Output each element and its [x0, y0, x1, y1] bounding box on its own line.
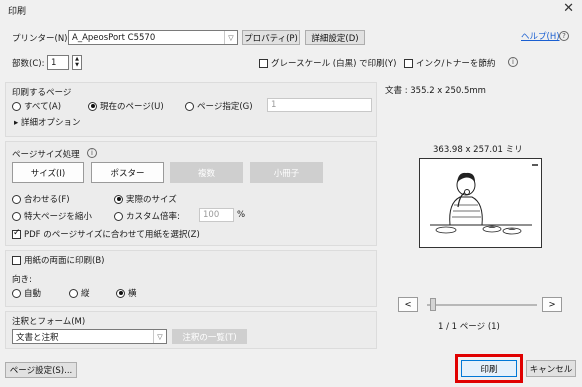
grayscale-box [259, 58, 268, 68]
copies-value: 1 [51, 57, 57, 68]
radio-icon [69, 288, 78, 298]
printer-value: A_ApeosPort C5570 [72, 32, 156, 43]
pages-panel: 印刷するページ すべて(A) 現在のページ(U) ページ指定(G) 1 ▸ 詳細… [5, 82, 377, 137]
tab-booklet[interactable]: 小冊子 [250, 162, 323, 183]
save-ink-box [404, 58, 413, 68]
orientation-portrait-radio[interactable]: 縦 [69, 287, 90, 299]
pages-specify-label: ページ指定(G) [197, 102, 253, 112]
radio-icon [12, 194, 21, 204]
print-button[interactable]: 印刷 [461, 360, 517, 377]
pages-heading: 印刷するページ [12, 88, 72, 98]
page-slider-thumb[interactable] [430, 298, 436, 311]
pages-current-label: 現在のページ(U) [100, 102, 164, 112]
chevron-down-icon: ▽ [153, 330, 166, 343]
info-icon[interactable]: i [508, 57, 518, 67]
custom-scale-label: カスタム倍率: [126, 212, 180, 222]
radio-icon [114, 211, 123, 221]
orientation-landscape-radio[interactable]: 横 [116, 287, 137, 299]
custom-scale-value: 100 [203, 210, 220, 220]
comments-summary-button[interactable]: 注釈の一覧(T) [172, 329, 247, 344]
pages-specify-radio[interactable]: ページ指定(G) [185, 100, 253, 112]
grayscale-checkbox[interactable]: グレースケール (白黒) で印刷(Y) [259, 57, 396, 69]
pages-all-radio[interactable]: すべて(A) [12, 100, 61, 112]
orientation-landscape-label: 横 [128, 289, 137, 299]
duplex-label: 用紙の両面に印刷(B) [24, 256, 105, 266]
printer-select[interactable]: A_ApeosPort C5570 ▽ [68, 30, 238, 45]
close-icon[interactable]: ✕ [563, 1, 574, 16]
save-ink-checkbox[interactable]: インク/トナーを節約 [404, 57, 495, 69]
custom-scale-radio[interactable]: カスタム倍率: [114, 210, 180, 222]
orientation-auto-label: 自動 [24, 289, 42, 299]
percent-label: % [237, 210, 246, 220]
help-icon[interactable]: ? [559, 31, 569, 41]
printer-label: プリンター(N): [12, 34, 71, 44]
orientation-portrait-label: 縦 [81, 289, 90, 299]
radio-icon [12, 211, 21, 221]
comments-value: 文書と注釈 [16, 332, 59, 343]
page-range-value: 1 [271, 100, 277, 110]
actual-size-label: 実際のサイズ [126, 195, 177, 205]
pdf-paper-label: PDF のページサイズに合わせて用紙を選択(Z) [24, 230, 200, 240]
pages-current-radio[interactable]: 現在のページ(U) [88, 100, 164, 112]
copies-label: 部数(C): [12, 59, 45, 69]
prev-page-button[interactable]: < [398, 297, 418, 312]
paper-size-label: 363.98 x 257.01 ミリ [433, 145, 523, 155]
orientation-label: 向き: [12, 275, 32, 285]
checkbox-checked-icon [12, 228, 21, 239]
info-icon[interactable]: i [87, 148, 97, 158]
cancel-button[interactable]: キャンセル [526, 360, 576, 377]
preview-illustration-icon [430, 164, 538, 235]
orientation-auto-radio[interactable]: 自動 [12, 287, 41, 299]
properties-button[interactable]: プロパティ(P) [242, 30, 300, 45]
grayscale-label: グレースケール (白黒) で印刷(Y) [271, 59, 397, 69]
shrink-label: 特大ページを縮小 [24, 212, 92, 222]
fit-radio[interactable]: 合わせる(F) [12, 193, 70, 205]
tab-size[interactable]: サイズ(I) [12, 162, 84, 183]
page-size-heading: ページサイズ処理 [12, 150, 80, 160]
page-setup-button[interactable]: ページ設定(S)... [5, 362, 77, 378]
title-bar: 印刷 ✕ [0, 0, 582, 20]
actual-size-radio[interactable]: 実際のサイズ [114, 193, 177, 205]
document-size-label: 文書 : 355.2 x 250.5mm [385, 86, 486, 96]
advanced-button[interactable]: 詳細設定(D) [305, 30, 365, 45]
tab-multiple[interactable]: 複数 [170, 162, 243, 183]
duplex-checkbox[interactable]: 用紙の両面に印刷(B) [12, 254, 104, 266]
more-options-toggle[interactable]: ▸ 詳細オプション [14, 116, 80, 128]
duplex-panel: 用紙の両面に印刷(B) 向き: 自動 縦 横 [5, 250, 377, 307]
save-ink-label: インク/トナーを節約 [416, 59, 496, 69]
fit-label: 合わせる(F) [24, 195, 70, 205]
radio-selected-icon [114, 194, 123, 204]
radio-icon [185, 101, 194, 111]
print-dialog: 印刷 ✕ プリンター(N): A_ApeosPort C5570 ▽ プロパティ… [0, 0, 582, 387]
page-range-input[interactable]: 1 [267, 98, 372, 112]
comments-label: 注釈とフォーム(M) [12, 317, 86, 327]
radio-selected-icon [88, 101, 97, 111]
chevron-down-icon: ▽ [224, 31, 237, 44]
radio-icon [12, 288, 21, 298]
window-title: 印刷 [8, 7, 27, 17]
shrink-radio[interactable]: 特大ページを縮小 [12, 210, 92, 222]
radio-icon [12, 101, 21, 111]
copies-input[interactable]: 1 [47, 55, 69, 70]
page-slider-track[interactable] [427, 304, 537, 306]
pdf-paper-checkbox[interactable]: PDF のページサイズに合わせて用紙を選択(Z) [12, 228, 200, 240]
help-link[interactable]: ヘルプ(H) [521, 30, 560, 42]
page-preview [419, 158, 542, 248]
pages-all-label: すべて(A) [24, 102, 62, 112]
next-page-button[interactable]: > [542, 297, 562, 312]
page-size-panel: ページサイズ処理 i サイズ(I) ポスター 複数 小冊子 合わせる(F) 実際… [5, 141, 377, 246]
copies-spinner[interactable]: ▲ ▼ [72, 55, 82, 70]
page-counter: 1 / 1 ページ (1) [438, 322, 500, 332]
comments-panel: 注釈とフォーム(M) 文書と注釈 ▽ 注釈の一覧(T) [5, 311, 377, 349]
radio-selected-icon [116, 288, 125, 298]
checkbox-icon [12, 255, 21, 265]
comments-select[interactable]: 文書と注釈 ▽ [12, 329, 167, 344]
tab-poster[interactable]: ポスター [91, 162, 164, 183]
custom-scale-input[interactable]: 100 [199, 208, 234, 222]
